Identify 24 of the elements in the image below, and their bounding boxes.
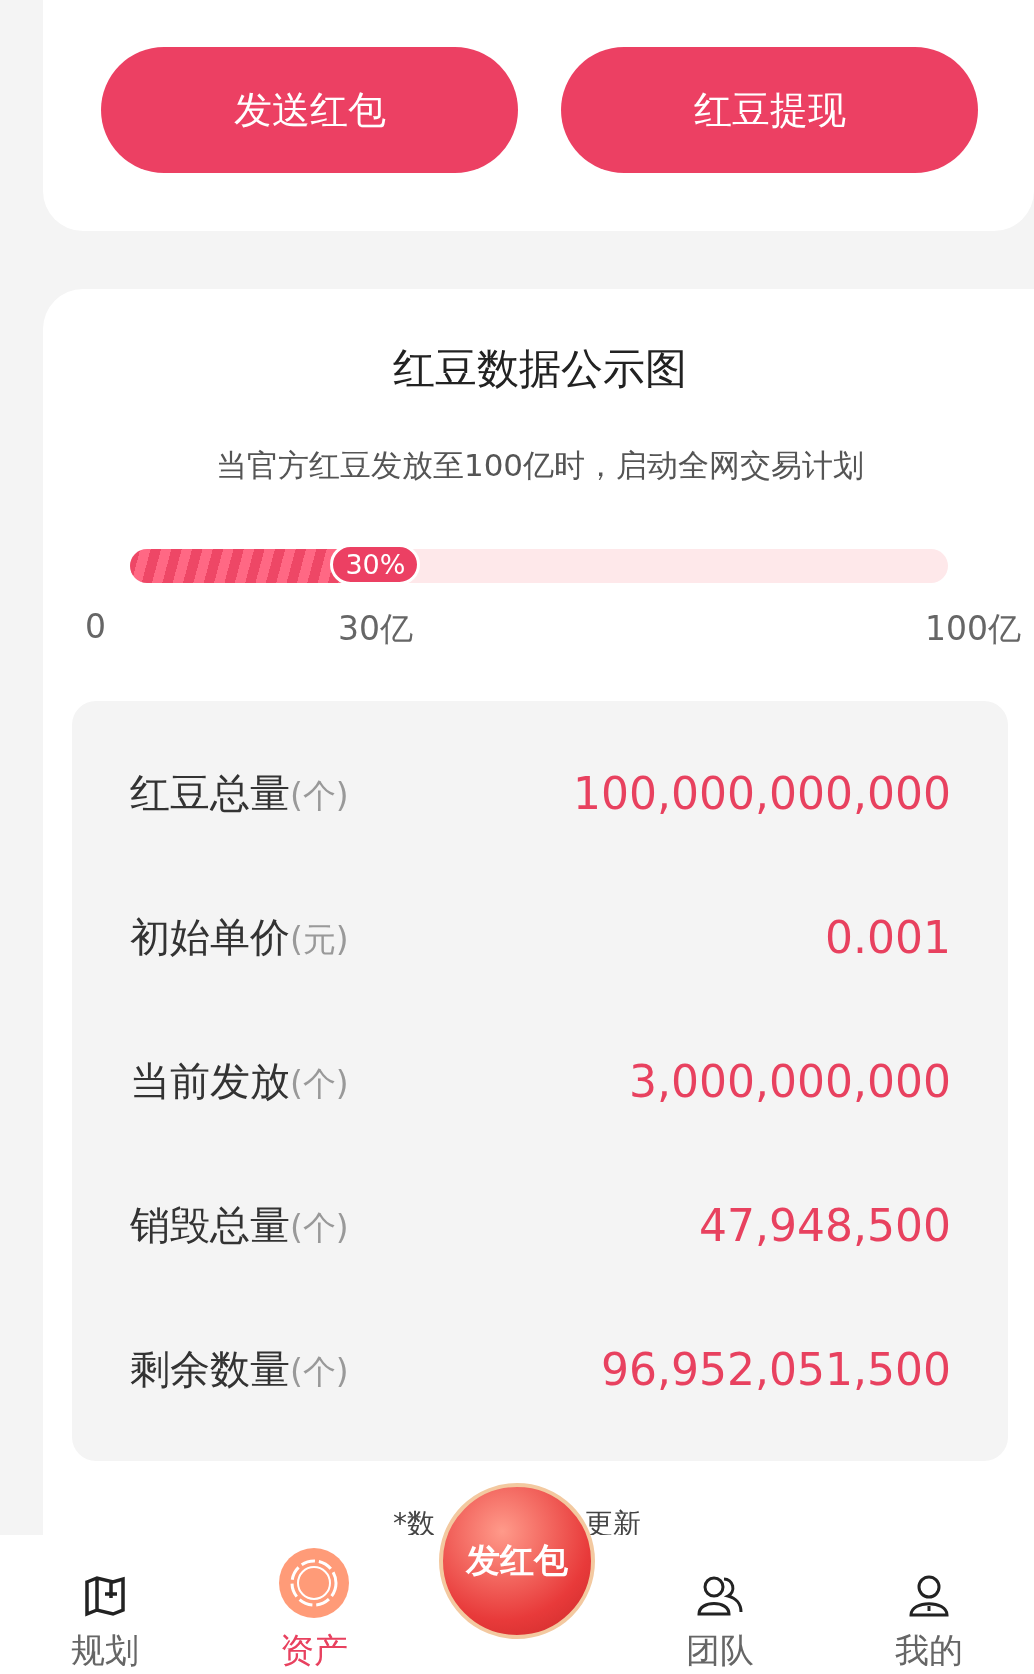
stat-label: 当前发放(个) <box>130 1056 349 1106</box>
tab[interactable]: 团队 <box>615 1535 825 1674</box>
stat-value: 96,952,051,500 <box>601 1343 951 1395</box>
tab[interactable]: 我的 <box>824 1535 1034 1674</box>
tab[interactable]: 规划 <box>0 1535 210 1674</box>
stat-value: 100,000,000,000 <box>573 767 951 819</box>
stat-value: 47,948,500 <box>699 1199 951 1251</box>
action-button[interactable]: 发送红包 <box>101 47 518 173</box>
team-icon <box>696 1574 745 1618</box>
map-icon <box>82 1574 127 1618</box>
stat-value: 0.001 <box>825 911 951 963</box>
panel-subtitle: 当官方红豆发放至100亿时，启动全网交易计划 <box>214 446 866 485</box>
scale-label: 30亿 <box>337 608 413 650</box>
user-icon <box>908 1574 951 1618</box>
action-button[interactable]: 红豆提现 <box>561 47 978 173</box>
stat-label: 初始单价(元) <box>130 912 349 962</box>
stat-label: 剩余数量(个) <box>130 1344 349 1394</box>
scale-label: 100亿 <box>925 608 1021 650</box>
scale-label: 0 <box>85 607 106 648</box>
stat-value: 3,000,000,000 <box>629 1055 951 1107</box>
stat-label: 销毁总量(个) <box>130 1200 349 1250</box>
stat-label: 红豆总量(个) <box>130 768 349 818</box>
panel-title: 红豆数据公示图 <box>392 343 688 395</box>
progress-badge: 30% <box>330 544 421 585</box>
